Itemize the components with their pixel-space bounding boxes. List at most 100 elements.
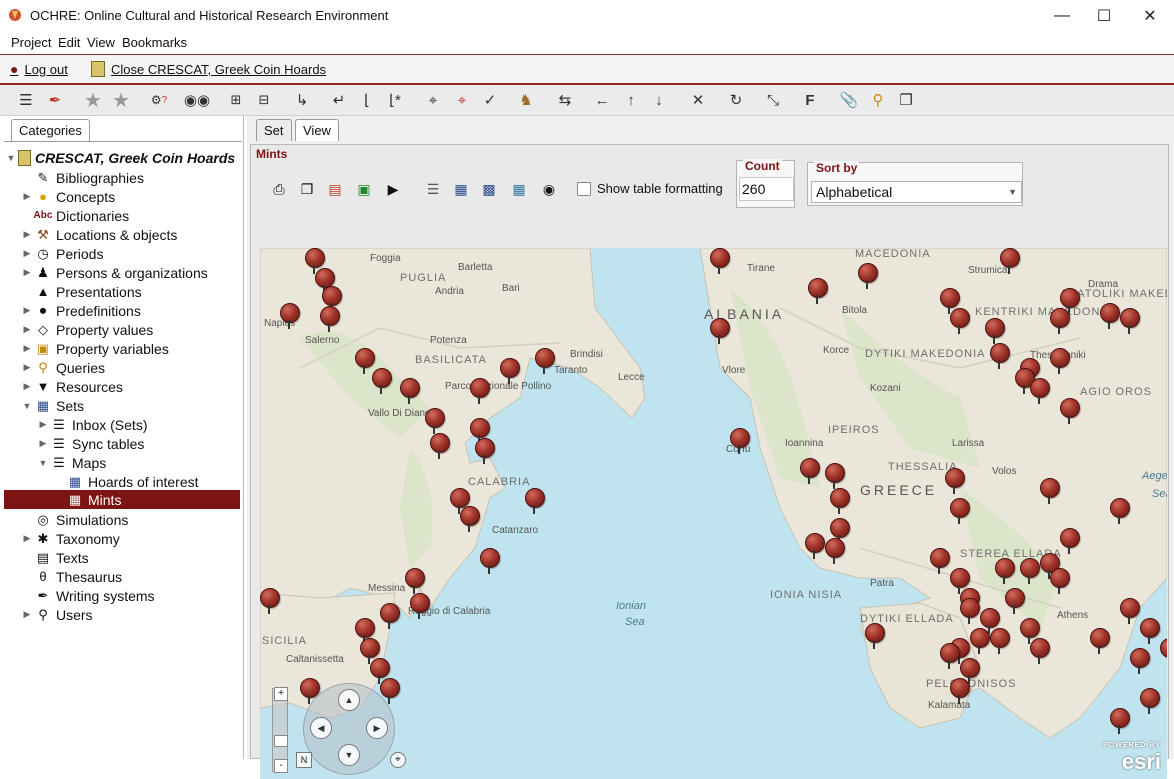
arrow-up-icon[interactable]: ↑: [621, 90, 641, 110]
expand-arrow-icon[interactable]: ▶: [20, 533, 34, 544]
collapse-icon[interactable]: ⊟: [254, 90, 274, 110]
hierarchy-icon[interactable]: ☰: [16, 90, 36, 110]
map-marker-pin[interactable]: [800, 458, 820, 484]
map-marker-pin[interactable]: [985, 318, 1005, 344]
expand-arrow-icon[interactable]: ▶: [36, 419, 50, 430]
tree-item-presentations[interactable]: ▲ Presentations: [20, 282, 142, 301]
map-marker-pin[interactable]: [1060, 398, 1080, 424]
map-marker-pin[interactable]: [460, 506, 480, 532]
map-marker-pin[interactable]: [805, 533, 825, 559]
tree-item-sync-tables[interactable]: ▶ ☰ Sync tables: [36, 434, 145, 453]
stamp-icon[interactable]: ♞: [516, 90, 536, 110]
tree-item-property-values[interactable]: ▶ ◇ Property values: [20, 320, 154, 339]
crop-red-icon[interactable]: ⌖: [452, 90, 472, 110]
paperclip-icon[interactable]: 📎: [839, 90, 859, 110]
map-marker-pin[interactable]: [1030, 638, 1050, 664]
move-star-icon[interactable]: ⌊*: [385, 90, 405, 110]
reset-north-button[interactable]: N: [296, 752, 312, 768]
help-lock-icon[interactable]: ⚙?: [149, 90, 169, 110]
map-marker-pin[interactable]: [950, 498, 970, 524]
map-marker-pin[interactable]: [710, 248, 730, 274]
expand-arrow-icon[interactable]: ▶: [20, 267, 34, 278]
show-table-formatting-toggle[interactable]: Show table formatting: [577, 181, 723, 196]
tree-item-property-variables[interactable]: ▶ ▣ Property variables: [20, 339, 169, 358]
tree-item-maps[interactable]: ▼ ☰ Maps: [36, 453, 107, 472]
pan-east-button[interactable]: ▶: [366, 717, 388, 739]
arrow-down-icon[interactable]: ↓: [649, 90, 669, 110]
map-marker-pin[interactable]: [425, 408, 445, 434]
excel-icon[interactable]: ▣: [354, 179, 374, 199]
expand-arrow-icon[interactable]: ▶: [20, 381, 34, 392]
image-icon[interactable]: ▦: [509, 179, 529, 199]
map-marker-pin[interactable]: [430, 433, 450, 459]
swap-icon[interactable]: ⇆: [555, 90, 575, 110]
expand-arrow-icon[interactable]: ▶: [20, 343, 34, 354]
map-marker-pin[interactable]: [480, 548, 500, 574]
map-marker-pin[interactable]: [1060, 528, 1080, 554]
map-marker-pin[interactable]: [1030, 378, 1050, 404]
map-marker-pin[interactable]: [950, 308, 970, 334]
map-marker-pin[interactable]: [525, 488, 545, 514]
resize-icon[interactable]: ⤡: [763, 90, 783, 110]
indent-icon[interactable]: ↳: [292, 90, 312, 110]
tab-view[interactable]: View: [295, 119, 339, 141]
close-window-button[interactable]: ✕: [1128, 4, 1172, 28]
map-marker-pin[interactable]: [1160, 638, 1167, 664]
tree-item-writing-systems[interactable]: ✒ Writing systems: [20, 586, 155, 605]
map-marker-pin[interactable]: [1130, 648, 1150, 674]
map-marker-pin[interactable]: [1000, 248, 1020, 274]
form-icon[interactable]: ▩: [479, 179, 499, 199]
tree-item-persons[interactable]: ▶ ♟ Persons & organizations: [20, 263, 208, 282]
tree-root[interactable]: ▼ CRESCAT, Greek Coin Hoards: [4, 148, 235, 167]
map-nav-control[interactable]: ▲ ◀ ▶ ▼: [303, 683, 395, 775]
tree-item-predefinitions[interactable]: ▶ ⏺ Predefinitions: [20, 301, 141, 320]
tree-item-hoards-of-interest[interactable]: ▦ Hoards of interest: [52, 472, 199, 491]
map-marker-pin[interactable]: [960, 598, 980, 624]
expand-arrow-icon[interactable]: ▶: [20, 362, 34, 373]
arrow-left-icon[interactable]: ←: [592, 90, 612, 110]
tab-set[interactable]: Set: [256, 119, 292, 141]
tree-item-queries[interactable]: ▶ ⚲ Queries: [20, 358, 106, 377]
tree-item-bibliographies[interactable]: ✎ Bibliographies: [20, 168, 144, 187]
tab-categories[interactable]: Categories: [11, 119, 90, 141]
map-marker-pin[interactable]: [1140, 618, 1160, 644]
expand-arrow-icon[interactable]: ▶: [20, 324, 34, 335]
close-icon[interactable]: ✕: [688, 90, 708, 110]
map-marker-pin[interactable]: [400, 378, 420, 404]
map-marker-pin[interactable]: [950, 678, 970, 704]
map-marker-pin[interactable]: [995, 558, 1015, 584]
expand-arrow-icon[interactable]: ▶: [20, 248, 34, 259]
tree-item-texts[interactable]: ▤ Texts: [20, 548, 89, 567]
map-marker-pin[interactable]: [1090, 628, 1110, 654]
menu-bookmarks[interactable]: Bookmarks: [122, 35, 187, 50]
move-first-icon[interactable]: ⌊: [357, 90, 377, 110]
binoculars-icon[interactable]: ◉◉: [184, 90, 210, 110]
outdent-icon[interactable]: ↵: [329, 90, 349, 110]
map-marker-pin[interactable]: [990, 343, 1010, 369]
print-icon[interactable]: ⎙: [269, 179, 289, 199]
collapse-arrow-icon[interactable]: ▼: [20, 401, 34, 411]
zoom-out-button[interactable]: -: [274, 759, 288, 773]
map-marker-pin[interactable]: [945, 468, 965, 494]
map-marker-pin[interactable]: [825, 538, 845, 564]
map-marker-pin[interactable]: [710, 318, 730, 344]
map-marker-pin[interactable]: [320, 306, 340, 332]
map-marker-pin[interactable]: [1140, 688, 1160, 714]
tree-item-thesaurus[interactable]: θ Thesaurus: [20, 567, 122, 586]
list-icon[interactable]: ☰: [423, 179, 443, 199]
tree-item-simulations[interactable]: ◎ Simulations: [20, 510, 128, 529]
tree-item-mints[interactable]: ▦ Mints: [52, 490, 122, 509]
menu-project[interactable]: Project: [11, 35, 51, 50]
map-marker-pin[interactable]: [1040, 478, 1060, 504]
pdf-icon[interactable]: ▤: [325, 179, 345, 199]
star-icon-2[interactable]: ★: [111, 90, 131, 112]
map-marker-pin[interactable]: [1060, 288, 1080, 314]
map-marker-pin[interactable]: [372, 368, 392, 394]
map-marker-pin[interactable]: [940, 643, 960, 669]
tree-item-concepts[interactable]: ▶ ● Concepts: [20, 187, 116, 206]
collapse-arrow-icon[interactable]: ▼: [36, 458, 50, 468]
map-marker-pin[interactable]: [1050, 348, 1070, 374]
expand-arrow-icon[interactable]: ▶: [20, 229, 34, 240]
pan-west-button[interactable]: ◀: [310, 717, 332, 739]
full-extent-icon[interactable]: ⌖: [390, 752, 406, 768]
